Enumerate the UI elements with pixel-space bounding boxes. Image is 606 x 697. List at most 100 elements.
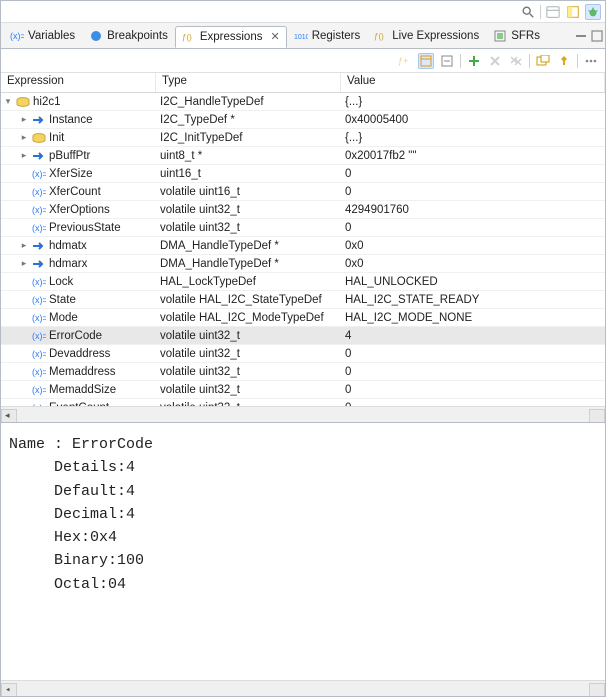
tab-breakpoints[interactable]: Breakpoints <box>82 25 175 47</box>
table-row[interactable]: (x)=Statevolatile HAL_I2C_StateTypeDefHA… <box>1 291 605 309</box>
tab-registers[interactable]: 1010 Registers <box>287 25 368 47</box>
cell-type: DMA_HandleTypeDef * <box>156 240 341 252</box>
maximize-icon[interactable] <box>589 28 605 44</box>
twisty-none <box>19 367 29 377</box>
horizontal-scrollbar[interactable]: ◂▸ <box>1 406 605 422</box>
table-row[interactable]: ▸InitI2C_InitTypeDef{...} <box>1 129 605 147</box>
twisty-none <box>19 385 29 395</box>
expr-name: Instance <box>49 114 92 126</box>
table-row[interactable]: ▾hi2c1I2C_HandleTypeDef{...} <box>1 93 605 111</box>
twisty-icon[interactable]: ▸ <box>19 151 29 161</box>
view-tabbar: (x)= Variables Breakpoints ƒ() Expressio… <box>1 23 605 49</box>
table-row[interactable]: (x)=EventCountvolatile uint32_t0 <box>1 399 605 406</box>
cell-expression: (x)=Lock <box>1 275 156 289</box>
cell-type: uint16_t <box>156 168 341 180</box>
table-row[interactable]: ▸InstanceI2C_TypeDef *0x40005400 <box>1 111 605 129</box>
table-row[interactable]: (x)=MemaddSizevolatile uint32_t0 <box>1 381 605 399</box>
cell-type: I2C_TypeDef * <box>156 114 341 126</box>
svg-text:ƒ(): ƒ() <box>374 32 384 41</box>
table-row[interactable]: ▸pBuffPtruint8_t *0x20017fb2 "" <box>1 147 605 165</box>
table-row[interactable]: (x)=ErrorCodevolatile uint32_t4 <box>1 327 605 345</box>
debug-perspective-icon[interactable] <box>585 4 601 20</box>
twisty-icon[interactable]: ▸ <box>19 241 29 251</box>
cell-type: I2C_InitTypeDef <box>156 132 341 144</box>
svg-text:(x)=: (x)= <box>32 277 46 287</box>
svg-text:(x)=: (x)= <box>32 169 46 179</box>
table-row[interactable]: (x)=LockHAL_LockTypeDefHAL_UNLOCKED <box>1 273 605 291</box>
tab-expressions[interactable]: ƒ() Expressions ✕ <box>175 26 287 48</box>
column-type[interactable]: Type <box>156 73 341 92</box>
cell-value: 0 <box>341 222 605 234</box>
live-expressions-icon: ƒ() <box>374 29 388 43</box>
cell-value: 4 <box>341 330 605 342</box>
twisty-icon[interactable]: ▸ <box>19 259 29 269</box>
open-perspective-icon[interactable] <box>565 4 581 20</box>
remove-all-icon[interactable] <box>508 53 524 69</box>
table-row[interactable]: (x)=Devaddressvolatile uint32_t0 <box>1 345 605 363</box>
show-type-names-icon[interactable] <box>418 53 434 69</box>
ptr-icon <box>32 257 46 271</box>
svg-text:(x)=: (x)= <box>32 385 46 395</box>
cell-expression: (x)=Devaddress <box>1 347 156 361</box>
expr-name: Devaddress <box>49 348 110 360</box>
detail-line: Decimal:4 <box>9 503 597 526</box>
twisty-icon[interactable]: ▾ <box>3 97 13 107</box>
cell-expression: ▾hi2c1 <box>1 95 156 109</box>
table-header: Expression Type Value <box>1 73 605 93</box>
tab-variables[interactable]: (x)= Variables <box>3 25 82 47</box>
close-icon[interactable]: ✕ <box>270 30 279 43</box>
search-icon[interactable] <box>520 4 536 20</box>
collapse-all-icon[interactable] <box>439 53 455 69</box>
svg-text:(x)=: (x)= <box>32 187 46 197</box>
pin-icon[interactable] <box>556 53 572 69</box>
cell-type: volatile HAL_I2C_ModeTypeDef <box>156 312 341 324</box>
detail-line: Hex:0x4 <box>9 526 597 549</box>
svg-text:(x)=: (x)= <box>32 313 46 323</box>
cell-type: volatile HAL_I2C_StateTypeDef <box>156 294 341 306</box>
expr-name: XferSize <box>49 168 92 180</box>
expr-name: Mode <box>49 312 78 324</box>
twisty-icon[interactable]: ▸ <box>19 115 29 125</box>
cell-type: volatile uint32_t <box>156 204 341 216</box>
var-icon: (x)= <box>32 293 46 307</box>
cell-expression: (x)=XferOptions <box>1 203 156 217</box>
table-row[interactable]: (x)=XferCountvolatile uint16_t0 <box>1 183 605 201</box>
view-menu-icon[interactable] <box>583 53 599 69</box>
table-row[interactable]: (x)=XferSizeuint16_t0 <box>1 165 605 183</box>
table-row[interactable]: (x)=Memaddressvolatile uint32_t0 <box>1 363 605 381</box>
expr-name: ErrorCode <box>49 330 102 342</box>
details-horizontal-scrollbar[interactable]: ◂▸ <box>1 680 605 696</box>
cell-expression: ▸pBuffPtr <box>1 149 156 163</box>
tab-live-expressions[interactable]: ƒ() Live Expressions <box>367 25 486 47</box>
minimize-icon[interactable] <box>573 28 589 44</box>
quick-access-icon[interactable] <box>545 4 561 20</box>
column-expression[interactable]: Expression <box>1 73 156 92</box>
table-row[interactable]: ▸hdmarxDMA_HandleTypeDef *0x0 <box>1 255 605 273</box>
new-expression-icon[interactable]: ƒ+ <box>397 53 413 69</box>
twisty-icon[interactable]: ▸ <box>19 133 29 143</box>
expr-name: Init <box>49 132 64 144</box>
cell-type: HAL_LockTypeDef <box>156 276 341 288</box>
column-value[interactable]: Value <box>341 73 605 92</box>
tab-label: Variables <box>28 30 75 42</box>
cell-type: volatile uint32_t <box>156 222 341 234</box>
expr-name: Lock <box>49 276 73 288</box>
struct-icon <box>32 131 46 145</box>
cell-type: I2C_HandleTypeDef <box>156 96 341 108</box>
tab-sfrs[interactable]: SFRs <box>486 25 547 47</box>
cell-expression: (x)=ErrorCode <box>1 329 156 343</box>
remove-icon[interactable] <box>487 53 503 69</box>
table-row[interactable]: (x)=XferOptionsvolatile uint32_t42949017… <box>1 201 605 219</box>
table-row[interactable]: ▸hdmatxDMA_HandleTypeDef *0x0 <box>1 237 605 255</box>
open-new-view-icon[interactable] <box>535 53 551 69</box>
debug-expressions-view: (x)= Variables Breakpoints ƒ() Expressio… <box>0 0 606 697</box>
cell-type: volatile uint32_t <box>156 384 341 396</box>
add-icon[interactable] <box>466 53 482 69</box>
expr-name: PreviousState <box>49 222 121 234</box>
table-row[interactable]: (x)=PreviousStatevolatile uint32_t0 <box>1 219 605 237</box>
cell-expression: (x)=XferSize <box>1 167 156 181</box>
var-icon: (x)= <box>32 275 46 289</box>
twisty-none <box>19 169 29 179</box>
detail-name-line: Name : ErrorCode <box>9 433 597 456</box>
table-row[interactable]: (x)=Modevolatile HAL_I2C_ModeTypeDefHAL_… <box>1 309 605 327</box>
